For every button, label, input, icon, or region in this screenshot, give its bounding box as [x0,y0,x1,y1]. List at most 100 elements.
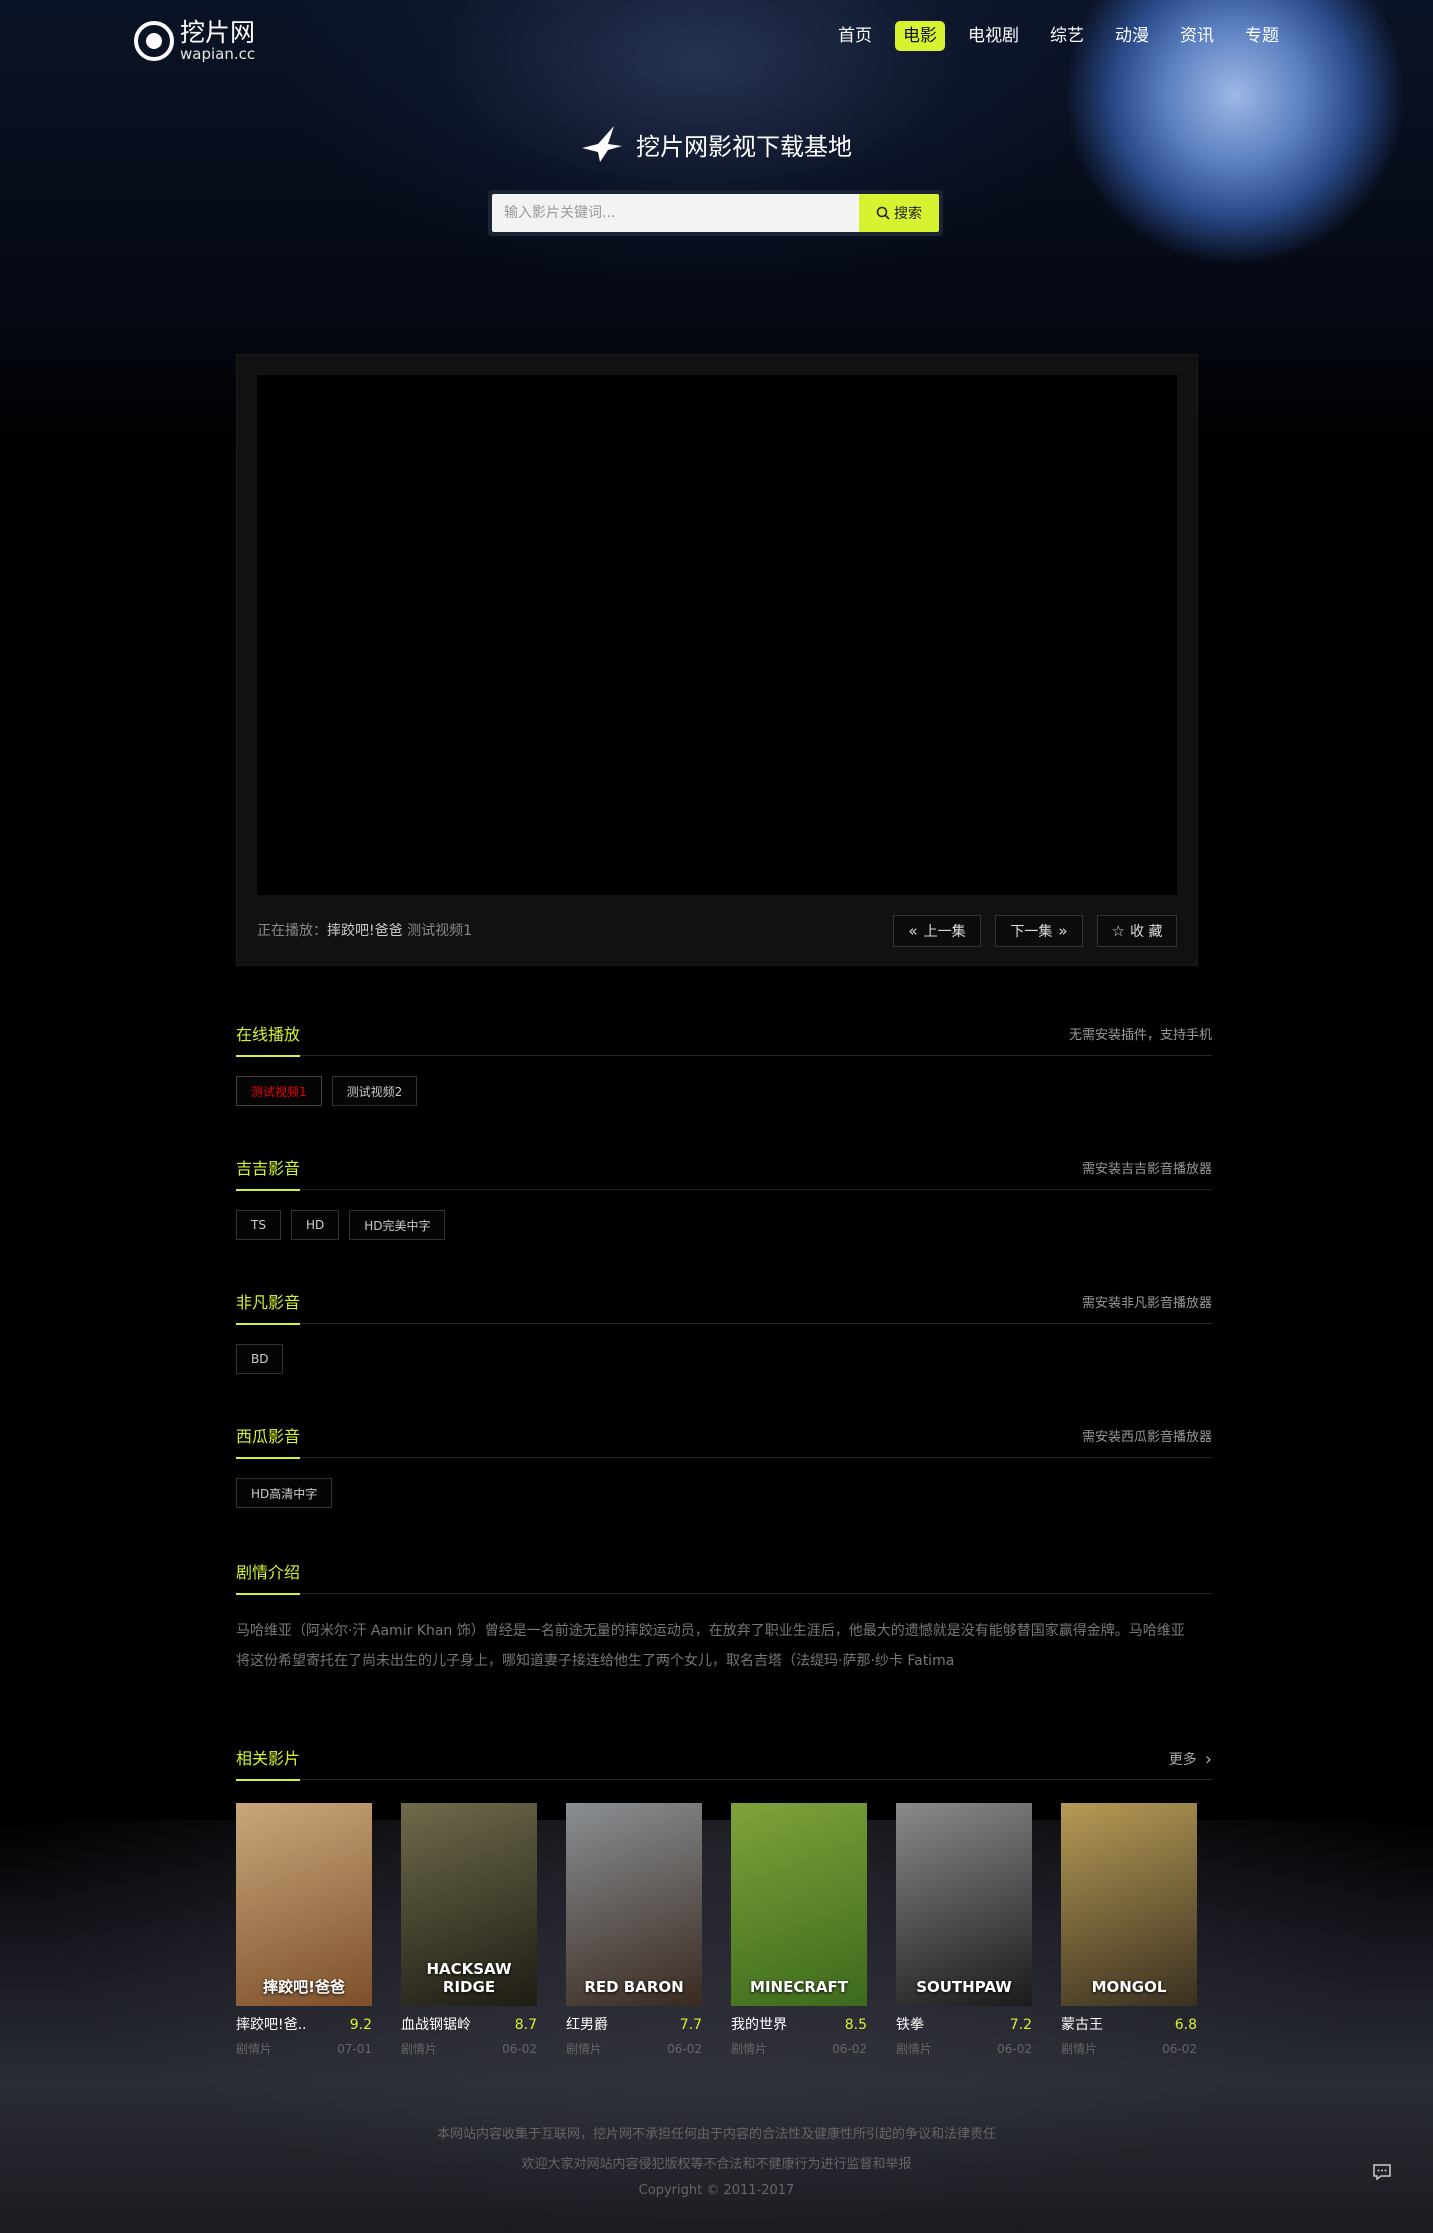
double-chevron-right-icon: » [1058,922,1068,940]
favorite-label: 收 藏 [1130,924,1163,940]
movie-genre: 剧情片 [236,2042,273,2056]
hero-title-text: 挖片网影视下载基地 [636,132,852,161]
footer-report: 欢迎大家对网站内容侵犯版权等不合法和不健康行为进行监督和举报 [521,2157,912,2172]
movie-genre: 剧情片 [566,2042,603,2056]
related-movies: 摔跤吧!爸爸摔跤吧!爸.. 9.2 剧情片 07-01 HACKSAW RIDGE 血战钢… [236,1803,1212,2057]
footer-copyright: Copyright © 2011-2017 [638,2183,795,2198]
prev-episode-label: 上一集 [923,924,966,940]
more-link[interactable]: 更多 › [1169,1748,1212,1772]
episode-link[interactable]: HD高清中字 [236,1478,333,1508]
search-icon [876,206,890,220]
episode-link[interactable]: HD [290,1210,340,1240]
movie-name[interactable]: 摔跤吧!爸.. [236,2014,307,2034]
nav-item[interactable]: 首页 [830,21,880,51]
source-note: 需安装吉吉影音播放器 [1081,1162,1212,1177]
chat-icon[interactable] [1372,2163,1392,2181]
episode-link[interactable]: HD完美中字 [349,1210,446,1240]
related-section: 相关影片 更多 › [236,1746,1212,1781]
synopsis-title: 剧情介绍 [236,1560,301,1595]
hero-title: 挖片网影视下载基地 [580,124,852,164]
prev-episode-button[interactable]: « 上一集 [893,915,981,947]
movie-card[interactable]: HACKSAW RIDGE 血战钢锯岭 8.7 剧情片 06-02 [401,1803,537,2057]
movie-poster[interactable]: MONGOL [1061,1803,1197,2006]
movie-poster[interactable]: HACKSAW RIDGE [401,1803,537,2006]
nav-item[interactable]: 动漫 [1107,21,1157,51]
movie-card[interactable]: 摔跤吧!爸爸摔跤吧!爸.. 9.2 剧情片 07-01 [236,1803,372,2057]
header: 挖片网 wapian.cc 首页 电影 电视剧 综艺 动漫 资讯 专题 [0,0,1433,72]
poster-title: MONGOL [1091,1978,1167,1996]
movie-date: 07-01 [337,2042,372,2056]
movie-poster[interactable]: MINECRAFT [731,1803,867,2006]
source-section: 在线播放 无需安装插件，支持手机 测试视频1 测试视频2 [236,1022,1212,1106]
now-playing-label: 正在播放： [257,923,327,939]
movie-card[interactable]: MONGOL 蒙古王 6.8 剧情片 06-02 [1061,1803,1197,2057]
movie-date: 06-02 [667,2042,702,2056]
movie-name[interactable]: 蒙古王 [1061,2014,1103,2034]
movie-date: 06-02 [502,2042,537,2056]
search-input[interactable] [492,194,859,232]
chevron-right-icon: › [1204,1749,1212,1770]
next-episode-button[interactable]: 下一集 » [995,915,1083,947]
source-section: 西瓜影音 需安装西瓜影音播放器 HD高清中字 [236,1424,1212,1508]
episode-link[interactable]: BD [236,1344,284,1374]
poster-title: SOUTHPAW [916,1978,1012,1996]
source-title: 吉吉影音 [236,1156,301,1191]
nav-item[interactable]: 电视剧 [960,21,1027,51]
star-icon: ☆ [1111,922,1125,940]
poster-title: MINECRAFT [750,1978,848,1996]
now-playing-title: 摔跤吧!爸爸 [327,923,403,939]
movie-date: 06-02 [997,2042,1032,2056]
favorite-button[interactable]: ☆ 收 藏 [1097,915,1177,947]
movie-name[interactable]: 我的世界 [731,2014,787,2034]
nav-item[interactable]: 综艺 [1042,21,1092,51]
source-note: 无需安装插件，支持手机 [1068,1028,1212,1043]
source-section: 非凡影音 需安装非凡影音播放器 BD [236,1290,1212,1374]
site-logo[interactable]: 挖片网 wapian.cc [134,18,274,64]
search-button[interactable]: 搜索 [859,194,939,232]
search-button-label: 搜索 [894,206,922,222]
logo-name-en: wapian.cc [180,45,256,63]
movie-score: 7.2 [1009,2017,1032,2033]
movie-genre: 剧情片 [896,2042,933,2056]
episode-link[interactable]: 测试视频1 [236,1076,322,1106]
poster-title: 摔跤吧!爸爸 [263,1978,345,1996]
video-screen[interactable] [257,375,1177,895]
movie-card[interactable]: MINECRAFT 我的世界 8.5 剧情片 06-02 [731,1803,867,2057]
movie-poster[interactable]: SOUTHPAW [896,1803,1032,2006]
nav-item[interactable]: 专题 [1237,21,1287,51]
nav-item[interactable]: 电影 [895,21,945,51]
movie-score: 9.2 [349,2017,372,2033]
movie-name[interactable]: 血战钢锯岭 [401,2014,471,2034]
main-nav: 首页 电影 电视剧 综艺 动漫 资讯 专题 [830,20,1302,52]
now-playing: 正在播放：摔跤吧!爸爸 测试视频1 [257,920,472,940]
movie-name[interactable]: 铁拳 [896,2014,924,2034]
search-bar: 搜索 [488,190,943,236]
source-section: 吉吉影音 需安装吉吉影音播放器 TS HD HD完美中字 [236,1156,1212,1240]
movie-name[interactable]: 红男爵 [566,2014,608,2034]
source-title: 西瓜影音 [236,1424,301,1459]
movie-date: 06-02 [1162,2042,1197,2056]
logo-icon [134,21,174,61]
movie-poster[interactable]: RED BARON [566,1803,702,2006]
movie-date: 06-02 [832,2042,867,2056]
footer-disclaimer: 本网站内容收集于互联网，挖片网不承担任何由于内容的合法性及健康性所引起的争议和法… [436,2127,996,2142]
video-player: 正在播放：摔跤吧!爸爸 测试视频1 « 上一集 下一集 » ☆ 收 藏 [236,354,1198,966]
movie-score: 8.7 [514,2017,537,2033]
now-playing-episode: 测试视频1 [407,923,472,939]
source-title: 非凡影音 [236,1290,301,1325]
movie-card[interactable]: RED BARON 红男爵 7.7 剧情片 06-02 [566,1803,702,2057]
movie-genre: 剧情片 [401,2042,438,2056]
movie-card[interactable]: SOUTHPAW 铁拳 7.2 剧情片 06-02 [896,1803,1032,2057]
movie-poster[interactable]: 摔跤吧!爸爸 [236,1803,372,2006]
bird-icon [582,126,622,162]
synopsis-text: 马哈维亚（阿米尔·汗 Aamir Khan 饰）曾经是一名前途无量的摔跤运动员，… [236,1623,1185,1669]
related-title: 相关影片 [236,1746,301,1781]
nav-item[interactable]: 资讯 [1172,21,1222,51]
episode-link[interactable]: TS [236,1210,281,1240]
next-episode-label: 下一集 [1010,924,1053,940]
episode-link[interactable]: 测试视频2 [331,1076,418,1106]
movie-genre: 剧情片 [1061,2042,1098,2056]
movie-score: 7.7 [679,2017,702,2033]
poster-title: RED BARON [584,1978,684,1996]
synopsis-section: 剧情介绍 马哈维亚（阿米尔·汗 Aamir Khan 饰）曾经是一名前途无量的摔… [236,1560,1212,1676]
